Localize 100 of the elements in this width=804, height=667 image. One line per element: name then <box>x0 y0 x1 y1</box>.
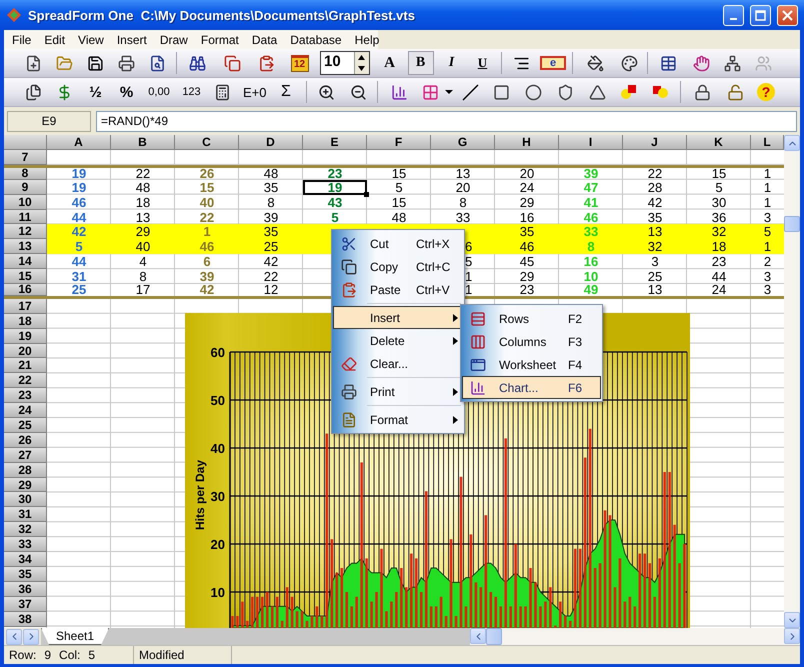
column-header[interactable]: K <box>687 135 751 150</box>
menu-item[interactable]: Rows F2 <box>462 307 601 330</box>
menu-item[interactable]: Print <box>333 380 463 403</box>
menu-item[interactable]: File <box>6 32 38 46</box>
scroll-up-button[interactable] <box>784 135 800 151</box>
menu-item[interactable]: Format <box>333 408 463 431</box>
network-icon[interactable] <box>724 54 741 72</box>
fill-handle[interactable] <box>364 192 369 197</box>
new-file-icon[interactable] <box>25 54 42 72</box>
row-header[interactable]: 37 <box>4 596 47 612</box>
row-header[interactable]: 14 <box>4 254 47 270</box>
column-header[interactable]: A <box>47 135 111 150</box>
menu-item[interactable]: Draw <box>154 32 195 46</box>
menu-item[interactable]: Insert <box>110 32 154 46</box>
column-header[interactable]: H <box>495 135 559 150</box>
calculator-icon[interactable] <box>214 84 231 100</box>
row-header[interactable]: 20 <box>4 344 47 358</box>
sum-button[interactable]: Σ <box>273 80 299 104</box>
shape-icon[interactable] <box>556 84 574 100</box>
zoom-in-icon[interactable] <box>318 84 334 100</box>
menu-item[interactable]: View <box>72 32 111 46</box>
row-header[interactable]: 33 <box>4 537 47 552</box>
menu-item[interactable]: Format <box>194 32 246 46</box>
line-icon[interactable] <box>462 84 478 100</box>
row-header[interactable]: 10 <box>4 194 47 210</box>
bold-button[interactable]: B <box>408 51 434 75</box>
lock-icon[interactable] <box>694 84 710 100</box>
menu-item[interactable]: Delete <box>333 329 463 352</box>
row-header[interactable]: 30 <box>4 492 47 508</box>
exponent-button[interactable]: E+0 <box>238 80 269 104</box>
row-header[interactable]: 21 <box>4 358 47 374</box>
maximize-button[interactable] <box>750 4 771 26</box>
hand-icon[interactable] <box>693 54 710 72</box>
scrollbar-thumb[interactable] <box>784 216 800 232</box>
row-header[interactable]: 15 <box>4 269 47 284</box>
scrollbar-thumb[interactable] <box>486 628 502 645</box>
row-header[interactable]: 17 <box>4 298 47 314</box>
scroll-down-button[interactable] <box>784 612 800 628</box>
ellipse-icon[interactable] <box>524 84 542 100</box>
next-sheet-button[interactable] <box>23 628 39 644</box>
row-header[interactable]: 18 <box>4 314 47 329</box>
row-header[interactable]: 11 <box>4 210 47 224</box>
row-header[interactable]: 25 <box>4 418 47 433</box>
row-header[interactable]: 23 <box>4 388 47 404</box>
format-button[interactable]: 0,00 <box>143 80 175 104</box>
column-header[interactable]: L <box>751 135 784 150</box>
column-header[interactable]: J <box>623 135 687 150</box>
row-header[interactable]: 34 <box>4 552 47 567</box>
column-header[interactable]: I <box>559 135 623 150</box>
row-header[interactable]: 19 <box>4 328 47 344</box>
row-header[interactable]: 28 <box>4 462 47 478</box>
close-button[interactable] <box>777 4 798 26</box>
sheet-tab[interactable]: Sheet1 <box>41 628 110 645</box>
column-header[interactable]: F <box>367 135 431 150</box>
color-fill-icon[interactable] <box>422 84 438 100</box>
row-header[interactable]: 29 <box>4 478 47 492</box>
dropdown-arrow-icon[interactable] <box>445 89 453 95</box>
row-header[interactable]: 13 <box>4 239 47 254</box>
scroll-left-button[interactable] <box>470 628 486 644</box>
column-header[interactable]: D <box>239 135 303 150</box>
row-header[interactable]: 12 <box>4 224 47 240</box>
row-header[interactable]: 16 <box>4 284 47 296</box>
underline-button[interactable]: U <box>470 51 496 75</box>
polygon-icon[interactable] <box>588 84 606 100</box>
menu-item[interactable]: Edit <box>38 32 72 46</box>
column-header[interactable]: G <box>431 135 495 150</box>
menu-item[interactable]: Data <box>246 32 284 46</box>
minimize-button[interactable] <box>723 4 744 26</box>
italic-button[interactable]: I <box>438 51 464 75</box>
row-header[interactable]: 24 <box>4 403 47 418</box>
row-header[interactable]: 8 <box>4 168 47 180</box>
rectangle-icon[interactable] <box>492 84 510 100</box>
formula-field[interactable]: =RAND()*49 <box>96 110 797 132</box>
bar-chart-icon[interactable] <box>390 84 408 100</box>
table-icon[interactable] <box>660 54 677 72</box>
font-button[interactable]: A <box>376 51 402 75</box>
column-header[interactable]: E <box>303 135 367 150</box>
menu-item[interactable]: Chart... F6 <box>462 376 601 399</box>
row-header[interactable]: 22 <box>4 373 47 388</box>
zoom-out-icon[interactable] <box>350 84 366 100</box>
unlock-icon[interactable] <box>726 84 744 100</box>
row-header[interactable]: 9 <box>4 180 47 195</box>
format-button[interactable]: % <box>114 80 140 104</box>
menu-item[interactable]: Database <box>284 32 349 46</box>
format-button[interactable]: ½ <box>82 80 108 104</box>
bring-front-icon[interactable] <box>620 84 638 100</box>
menu-item[interactable]: Cut Ctrl+X <box>333 232 463 255</box>
save-icon[interactable] <box>87 54 104 72</box>
paint-bucket-icon[interactable] <box>586 54 604 72</box>
column-header[interactable]: B <box>111 135 175 150</box>
menu-item[interactable]: Columns F3 <box>462 330 601 353</box>
printer-icon[interactable] <box>118 54 135 72</box>
row-header[interactable]: 7 <box>4 150 47 165</box>
menu-item[interactable]: Help <box>348 32 386 46</box>
menu-item[interactable]: Clear... <box>333 352 463 375</box>
menu-item[interactable]: Paste Ctrl+V <box>333 278 463 301</box>
font-size-spinner[interactable]: 10 <box>320 51 370 75</box>
row-header[interactable]: 27 <box>4 448 47 463</box>
row-header[interactable]: 38 <box>4 612 47 626</box>
print-preview-icon[interactable] <box>149 54 166 72</box>
